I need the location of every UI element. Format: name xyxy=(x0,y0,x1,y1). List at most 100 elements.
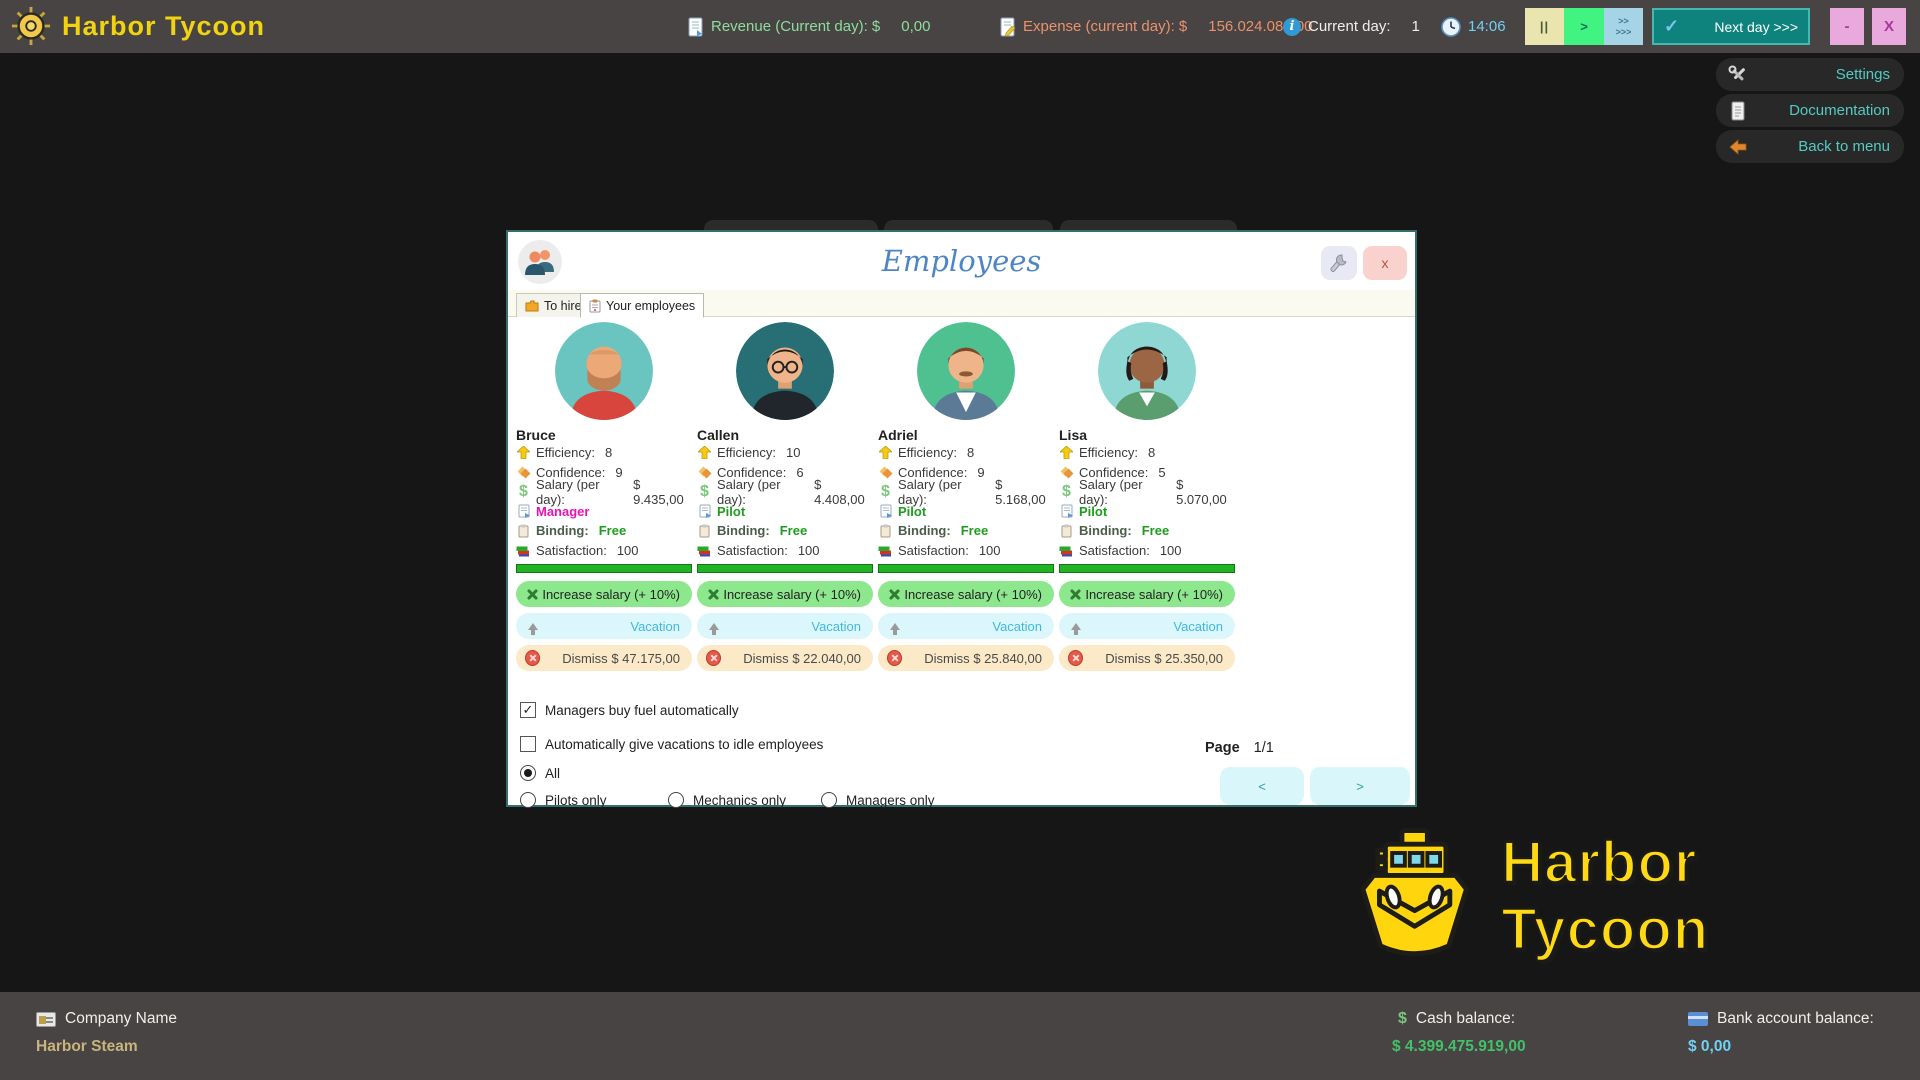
dismiss-button[interactable]: Dismiss $ 25.840,00 xyxy=(878,645,1054,671)
vacation-button[interactable]: Vacation xyxy=(697,613,873,639)
radio-icon[interactable] xyxy=(821,792,837,808)
radio-filter-managers[interactable]: Managers only xyxy=(821,792,935,808)
game-screen: Harbor Tycoon Revenue (Current day): $ 0… xyxy=(0,0,1920,1080)
increase-salary-button[interactable]: Increase salary (+ 10%) xyxy=(878,581,1054,607)
ship-logo-icon xyxy=(1356,825,1473,967)
checkbox-icon[interactable] xyxy=(520,702,536,718)
binding-value: Free xyxy=(961,523,988,538)
company-card-icon xyxy=(36,1012,56,1027)
increase-icon xyxy=(887,587,902,602)
play-button[interactable]: > xyxy=(1564,8,1604,45)
expense-indicator: Expense (current day): $ 156.024.081,00 xyxy=(1000,0,1313,53)
increase-icon xyxy=(706,587,721,602)
wrench-button[interactable] xyxy=(1321,246,1357,280)
radio-icon[interactable] xyxy=(520,765,536,781)
role-icon xyxy=(516,504,531,518)
revenue-indicator: Revenue (Current day): $ 0,00 xyxy=(688,0,930,53)
role-icon xyxy=(1059,504,1074,518)
ship-wheel-icon xyxy=(10,5,52,47)
binding-value: Free xyxy=(1142,523,1169,538)
satisfaction-value: 100 xyxy=(979,543,1001,558)
settings-button[interactable]: Settings xyxy=(1716,58,1904,91)
role-icon xyxy=(697,504,712,518)
dialog-close-button[interactable]: x xyxy=(1363,246,1407,280)
tab-to-hire-label: To hire xyxy=(544,299,582,313)
next-day-button[interactable]: ✓ Next day >>> xyxy=(1652,8,1810,45)
vacation-arrow-icon xyxy=(525,619,540,634)
binding-icon xyxy=(697,524,712,538)
vacation-button[interactable]: Vacation xyxy=(516,613,692,639)
checkbox-managers-buy-fuel[interactable]: Managers buy fuel automatically xyxy=(520,702,739,718)
speed-controls: || > >> >>> xyxy=(1525,8,1643,45)
company-label-row: Company Name xyxy=(36,1010,177,1028)
satisfaction-bar xyxy=(516,564,692,573)
bank-value: $ 0,00 xyxy=(1688,1038,1731,1056)
document-icon xyxy=(1728,101,1748,121)
dismiss-icon xyxy=(706,651,721,666)
back-to-menu-label: Back to menu xyxy=(1798,138,1890,155)
clock-icon xyxy=(1441,17,1461,37)
close-window-button[interactable]: X xyxy=(1872,8,1906,45)
checkbox-icon[interactable] xyxy=(520,736,536,752)
employee-card: Lisa Efficiency:8 Confidence:5 $Salary (… xyxy=(1059,322,1235,671)
employee-card: Bruce Efficiency:8 Confidence:9 $Salary … xyxy=(516,322,692,671)
radio-filter-pilots[interactable]: Pilots only xyxy=(520,792,607,808)
company-label: Company Name xyxy=(65,1010,177,1028)
avatar xyxy=(736,322,834,420)
binding-value: Free xyxy=(599,523,626,538)
tab-strip: To hire Your employees xyxy=(508,290,1415,317)
prev-page-button[interactable]: < xyxy=(1220,767,1304,805)
employee-name: Lisa xyxy=(1059,427,1235,443)
vacation-button[interactable]: Vacation xyxy=(1059,613,1235,639)
dismiss-button[interactable]: Dismiss $ 22.040,00 xyxy=(697,645,873,671)
cash-label-row: $ Cash balance: xyxy=(1398,1010,1515,1028)
radio-icon[interactable] xyxy=(520,792,536,808)
confidence-icon xyxy=(878,465,893,479)
radio-filter-all[interactable]: All xyxy=(520,765,560,781)
vacation-arrow-icon xyxy=(887,619,902,634)
top-bar: Harbor Tycoon Revenue (Current day): $ 0… xyxy=(0,0,1920,53)
satisfaction-icon xyxy=(516,543,531,557)
radio-filter-mechanics[interactable]: Mechanics only xyxy=(668,792,786,808)
revenue-doc-icon xyxy=(688,17,704,37)
back-arrow-icon xyxy=(1728,137,1748,157)
increase-salary-button[interactable]: Increase salary (+ 10%) xyxy=(516,581,692,607)
folder-icon xyxy=(525,300,539,312)
employee-name: Adriel xyxy=(878,427,1054,443)
tools-icon xyxy=(1728,65,1748,85)
satisfaction-icon xyxy=(878,543,893,557)
time-value: 14:06 xyxy=(1468,18,1506,35)
efficiency-icon xyxy=(1059,446,1074,460)
game-logo-text: Harbor Tycoon xyxy=(1501,829,1920,963)
dismiss-cost: $ 25.350,00 xyxy=(1154,651,1223,666)
dismiss-button[interactable]: Dismiss $ 47.175,00 xyxy=(516,645,692,671)
satisfaction-bar xyxy=(878,564,1054,573)
next-page-button[interactable]: > xyxy=(1310,767,1410,805)
revenue-value: 0,00 xyxy=(901,18,930,35)
increase-salary-button[interactable]: Increase salary (+ 10%) xyxy=(1059,581,1235,607)
checkbox-auto-vacations[interactable]: Automatically give vacations to idle emp… xyxy=(520,736,823,752)
company-name: Harbor Steam xyxy=(36,1038,138,1056)
radio-icon[interactable] xyxy=(668,792,684,808)
back-to-menu-button[interactable]: Back to menu xyxy=(1716,130,1904,163)
vacation-button[interactable]: Vacation xyxy=(878,613,1054,639)
info-icon[interactable]: i xyxy=(1283,18,1301,36)
dismiss-button[interactable]: Dismiss $ 25.350,00 xyxy=(1059,645,1235,671)
efficiency-value: 10 xyxy=(786,445,800,460)
vacation-arrow-icon xyxy=(1068,619,1083,634)
tab-your-employees[interactable]: Your employees xyxy=(580,293,704,318)
role-value: Pilot xyxy=(898,504,926,519)
minimize-window-button[interactable]: - xyxy=(1830,8,1864,45)
bank-label-row: Bank account balance: xyxy=(1688,1010,1874,1028)
expense-label: Expense (current day): $ xyxy=(1023,18,1187,35)
satisfaction-bar xyxy=(1059,564,1235,573)
documentation-button[interactable]: Documentation xyxy=(1716,94,1904,127)
increase-salary-button[interactable]: Increase salary (+ 10%) xyxy=(697,581,873,607)
bottom-bar: Company Name Harbor Steam $ Cash balance… xyxy=(0,992,1920,1080)
confidence-icon xyxy=(1059,465,1074,479)
clock-indicator: 14:06 xyxy=(1441,0,1506,53)
dialog-title: Employees xyxy=(508,244,1415,278)
cash-dollar-icon: $ xyxy=(1398,1010,1407,1028)
pause-button[interactable]: || xyxy=(1525,8,1564,45)
fast-forward-button[interactable]: >> >>> xyxy=(1604,8,1643,45)
